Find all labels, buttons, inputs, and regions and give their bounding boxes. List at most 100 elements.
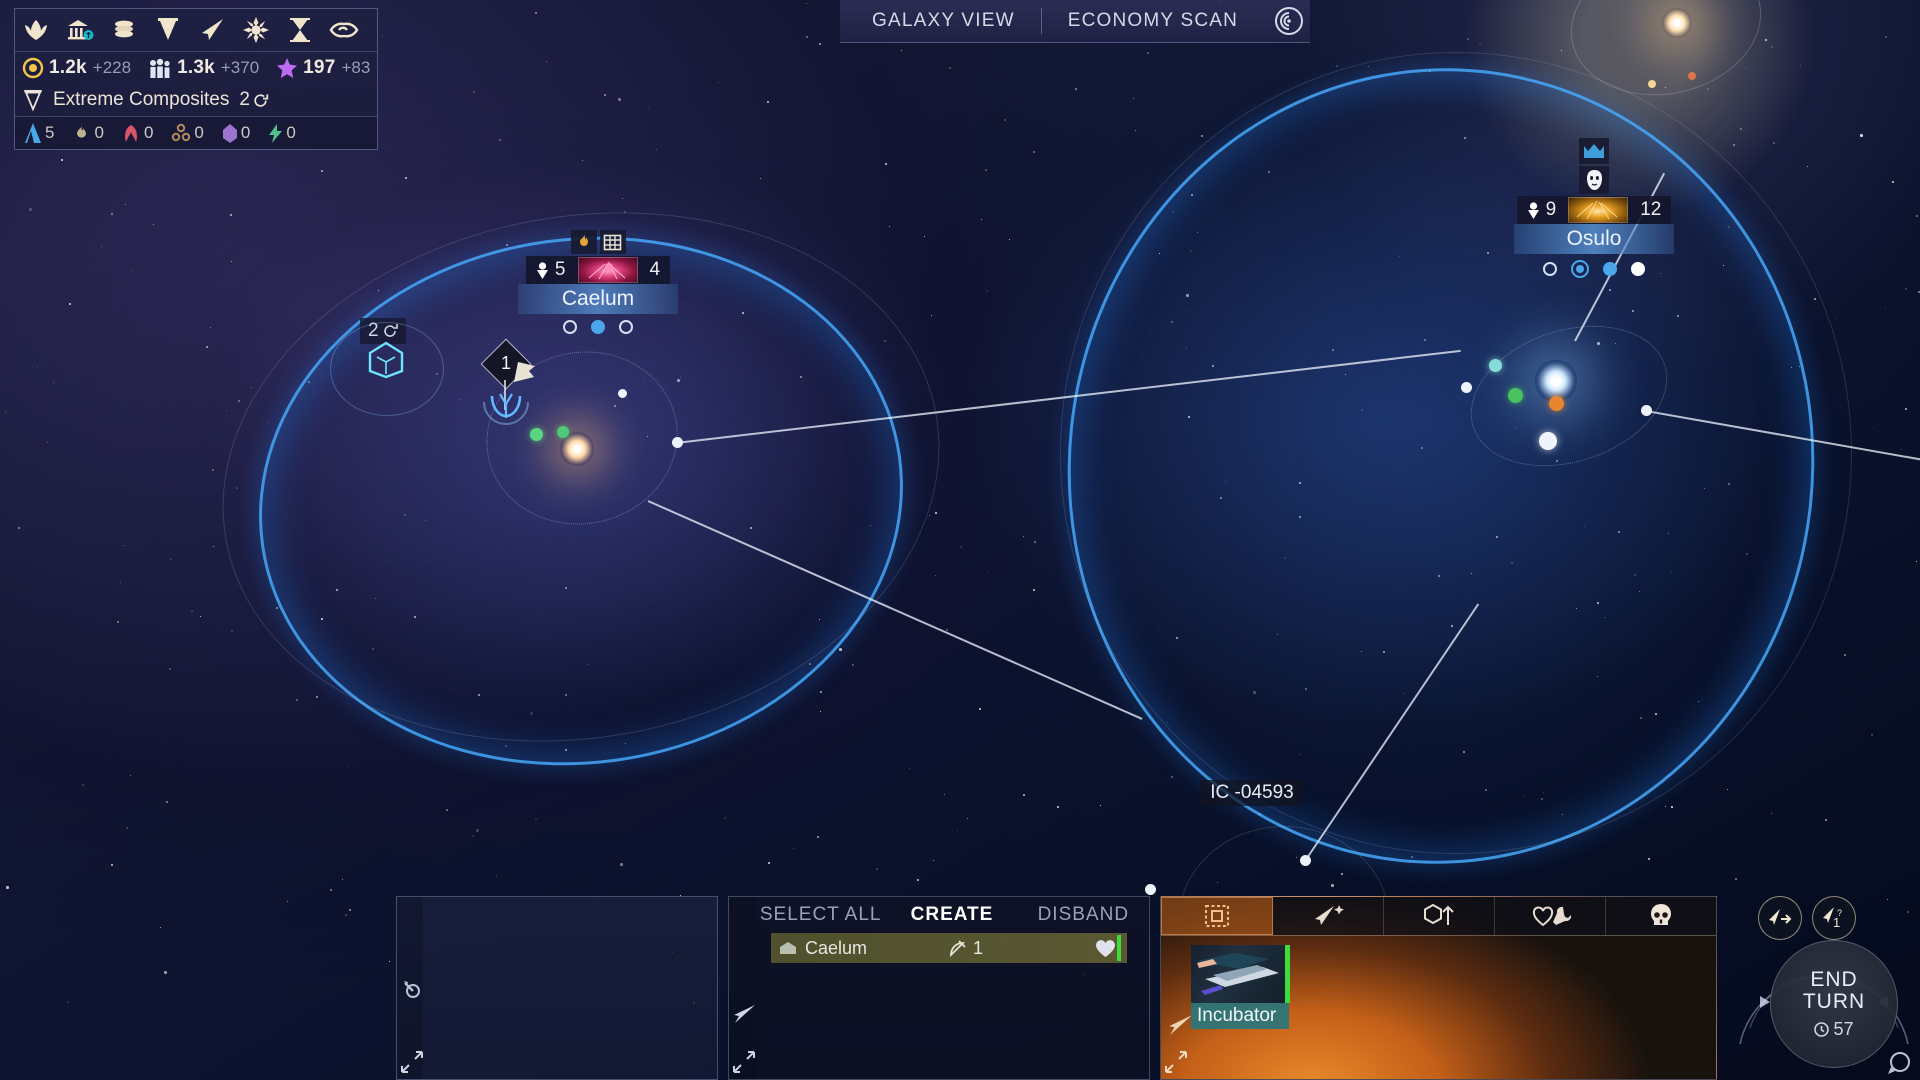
target-icon[interactable] [402, 979, 422, 999]
osulo-stats: 9 12 [1516, 196, 1672, 224]
osulo-planet-green [1508, 388, 1523, 403]
detail-panel [396, 896, 718, 1080]
create-button[interactable]: CREATE [886, 904, 1017, 926]
research-name: Extreme Composites [53, 89, 230, 110]
ship-star-icon[interactable] [1273, 897, 1384, 935]
select-all-button[interactable]: SELECT ALL [755, 904, 886, 926]
expand-icon[interactable] [733, 1051, 755, 1073]
svg-text:1: 1 [1833, 915, 1840, 930]
strategic-titanium[interactable]: 5 [25, 123, 54, 143]
empire-icon[interactable] [21, 15, 51, 45]
end-turn-button[interactable]: END TURN 57 [1770, 940, 1898, 1068]
mask-icon [1579, 166, 1609, 194]
empire-hud: 1.2k +228 1.3k +370 197 +83 Extreme Comp… [14, 8, 378, 150]
strategic-orichalcix[interactable]: 0 [172, 123, 204, 143]
building-icon [599, 230, 626, 254]
end-turn-line2: TURN [1802, 989, 1866, 1013]
orbit-dot [619, 320, 633, 334]
orbit-dot-selected [1571, 260, 1589, 278]
dust-delta: +228 [92, 58, 132, 77]
handshake-icon[interactable] [329, 15, 359, 45]
osulo-banner-value: 12 [1640, 199, 1662, 220]
osulo-orbit-dots [1543, 260, 1645, 278]
science-icon [277, 58, 298, 78]
hex-arrow-up-icon[interactable] [1384, 897, 1495, 935]
expand-icon[interactable] [401, 1051, 423, 1073]
hourglass-icon[interactable] [285, 15, 315, 45]
population-icon [150, 58, 170, 78]
unassigned-ships-button[interactable]: ? 1 [1812, 896, 1856, 940]
tab-galaxy-view[interactable]: GALAXY VIEW [846, 0, 1041, 42]
turn-counter: 57 [1814, 1018, 1854, 1040]
bank-icon[interactable] [65, 15, 95, 45]
expand-icon[interactable] [1165, 1051, 1187, 1073]
osulo-population: 9 [1517, 196, 1567, 224]
system-label-osulo[interactable]: 9 12 Osulo [1514, 138, 1674, 278]
probe-icon [950, 940, 966, 958]
view-tabs: GALAXY VIEW ECONOMY SCAN [840, 0, 1311, 43]
dust-value: 1.2k [49, 57, 87, 78]
population-value: 1.3k [177, 57, 215, 78]
ship-thumbnail [1191, 945, 1290, 1003]
strategic-quadrinix[interactable]: 0 [222, 123, 250, 143]
lane-node-ic-north [1300, 855, 1311, 866]
heart-wrench-icon[interactable] [1495, 897, 1606, 935]
caelum-status-icons [570, 230, 626, 254]
ship-card[interactable]: Incubator [1191, 945, 1290, 1029]
fleet-row-health [1096, 935, 1127, 961]
next-idle-ship-button[interactable] [1758, 896, 1802, 940]
tab-economy-scan[interactable]: ECONOMY SCAN [1042, 0, 1264, 42]
disband-button[interactable]: DISBAND [1018, 904, 1149, 926]
strategic-hyperium[interactable]: 0 [73, 123, 104, 143]
fleet-icon [780, 942, 796, 954]
sunburst-icon[interactable] [241, 15, 271, 45]
strategic-adamantian[interactable]: 0 [123, 123, 153, 143]
caelum-name[interactable]: Caelum [518, 284, 678, 314]
fleet-cyan-orbit [330, 322, 444, 416]
fleet-ship-selected[interactable] [478, 380, 534, 428]
minimap-toggle-icon[interactable] [1886, 1048, 1914, 1076]
bottom-bar: SELECT ALL CREATE DISBAND Caelum 1 Incub… [0, 892, 1920, 1080]
caelum-planet-white [618, 389, 627, 398]
osulo-planet-orange [1549, 396, 1564, 411]
ship-panel-arrow-icon[interactable] [1167, 1013, 1192, 1037]
system-label-caelum[interactable]: 5 4 Caelum [518, 230, 678, 334]
fleet-list-icon[interactable] [732, 1003, 756, 1027]
ship-panel: Incubator [1160, 896, 1717, 1080]
fleet-row[interactable]: Caelum 1 [771, 933, 1127, 963]
osulo-name[interactable]: Osulo [1514, 224, 1674, 254]
population-marker-icon [1527, 201, 1539, 219]
caelum-population: 5 [526, 256, 576, 284]
research-turns: 2 [239, 89, 250, 110]
resource-summary: 1.2k +228 1.3k +370 197 +83 [15, 52, 377, 84]
fleet-flag-icon [512, 358, 538, 384]
caelum-stats: 5 4 [525, 256, 671, 284]
radar-scan-icon[interactable] [1274, 6, 1304, 36]
game-screen: IC -04593 5 4 Caelum 9 12 Osulo 2 1 1.2k… [0, 0, 1920, 1080]
research-progress[interactable]: Extreme Composites 2 [15, 84, 377, 117]
empire-toolbar [15, 9, 377, 52]
coins-icon[interactable] [109, 15, 139, 45]
science-value: 197 [303, 57, 336, 78]
flask-icon[interactable] [153, 15, 183, 45]
osulo-banner [1568, 197, 1629, 223]
population-delta: +370 [220, 58, 260, 77]
caelum-banner-value: 4 [649, 259, 661, 280]
selection-box-icon[interactable] [1161, 897, 1273, 935]
population-marker-icon [536, 261, 548, 279]
osulo-planet-cyan [1489, 359, 1502, 372]
fleet-row-name: Caelum [805, 937, 868, 958]
caelum-orbit-dots [563, 320, 633, 334]
end-turn-line1: END [1810, 967, 1858, 991]
orbit-dot [1543, 262, 1557, 276]
turn-number: 57 [1833, 1018, 1854, 1039]
constellation-label: IC -04593 [1200, 780, 1304, 806]
lane-node-osulo-south [1540, 436, 1551, 447]
turn-icon [254, 93, 269, 107]
distant-planet-b [1688, 72, 1696, 80]
skull-icon[interactable] [1606, 897, 1716, 935]
lane-node-osulo-east [1641, 405, 1652, 416]
ship-arrow-icon[interactable] [197, 15, 227, 45]
fleet-row-name-group: Caelum [771, 938, 939, 959]
strategic-antimatter[interactable]: 0 [269, 123, 296, 143]
